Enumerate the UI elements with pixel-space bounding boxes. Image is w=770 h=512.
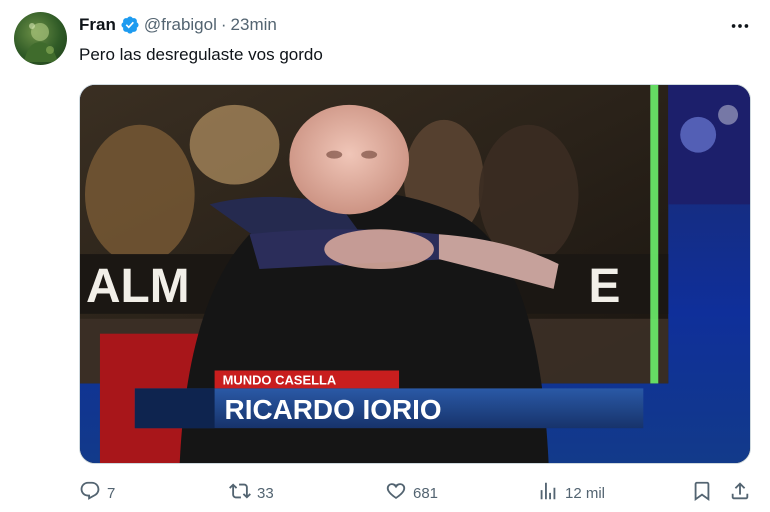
share-icon — [729, 480, 751, 506]
lower-third-name: RICARDO IORIO — [225, 394, 442, 425]
reply-icon — [79, 480, 101, 506]
retweet-button[interactable]: 33 — [229, 480, 274, 506]
views-button[interactable]: 12 mil — [537, 480, 605, 506]
like-icon — [385, 480, 407, 506]
tweet: Fran @frabigol · 23min Pero las desregul… — [0, 0, 770, 512]
author-handle[interactable]: @frabigol — [144, 14, 217, 36]
bookmark-button[interactable] — [691, 480, 713, 506]
share-button[interactable] — [729, 480, 751, 506]
reply-count: 7 — [107, 484, 116, 502]
views-count: 12 mil — [565, 484, 606, 502]
timestamp[interactable]: 23min — [231, 14, 277, 36]
tweet-header: Fran @frabigol · 23min — [79, 14, 277, 36]
retweet-icon — [229, 480, 251, 506]
tweet-text: Pero las desregulaste vos gordo — [79, 45, 323, 64]
tweet-media-image[interactable]: ALM E MUNDO CASELLA RICARDO IORIO — [79, 84, 751, 464]
reply-button[interactable]: 7 — [79, 480, 115, 506]
like-button[interactable]: 681 — [385, 480, 438, 506]
author-name[interactable]: Fran — [79, 14, 116, 36]
verified-badge-icon — [120, 15, 140, 35]
tweet-actions: 7 33 681 12 mil — [79, 480, 751, 506]
poster-text-left: ALM — [86, 260, 190, 313]
views-icon — [537, 480, 559, 506]
more-icon[interactable] — [728, 16, 752, 36]
like-count: 681 — [413, 484, 439, 502]
poster-text-right: E — [588, 260, 620, 313]
avatar[interactable] — [14, 12, 67, 65]
retweet-count: 33 — [257, 484, 274, 502]
lower-third-tag: MUNDO CASELLA — [223, 372, 337, 387]
separator-dot: · — [220, 15, 227, 34]
bookmark-icon — [691, 480, 713, 506]
